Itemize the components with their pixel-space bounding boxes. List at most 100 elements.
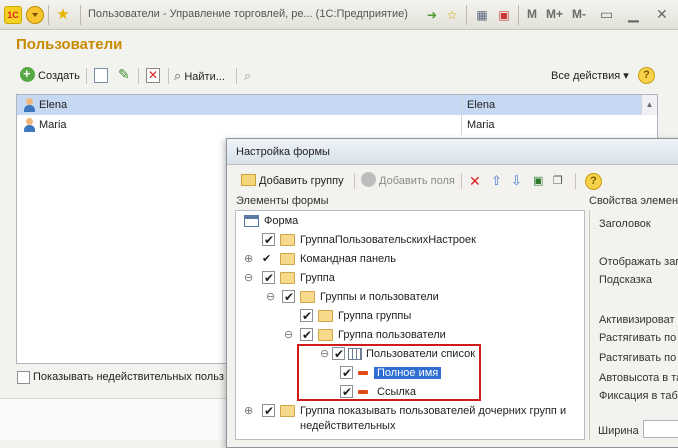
window-titlebar: 1С ★ Пользователи - Управление торговлей… [0,0,678,30]
visibility-checkbox[interactable] [262,402,275,420]
folder-icon [318,329,333,341]
toolbar-separator [354,173,355,189]
tree-node-form[interactable]: Форма [244,212,298,230]
memory-m-button[interactable]: M [527,7,537,21]
visibility-checkbox[interactable] [262,269,275,287]
tree-node-label: Форма [264,215,299,227]
visibility-checkbox[interactable] [300,307,313,325]
main-menu-icon[interactable] [26,6,44,24]
show-invalid-checkbox[interactable] [17,371,30,384]
tree-node[interactable]: ⊕ ✔ Командная панель [244,250,396,268]
folder-icon [280,234,295,246]
table-row[interactable]: Elena Elena ▲ [17,95,657,115]
prop-autoheight: Автовысота в та [599,372,678,384]
toolbar-separator [138,68,139,84]
tree-node-label: Группа показывать пользователей дочерних… [300,405,567,417]
close-icon[interactable]: ✕ [656,6,668,23]
tree-node-label: Группа пользователи [338,329,446,341]
tree-node[interactable]: ⊖ Группа пользователи [284,326,446,344]
toolbar-separator [518,5,519,25]
edit-pencil-icon[interactable]: ✎ [118,66,130,83]
find-button[interactable]: ⌕ Найти... [174,66,225,86]
folder-icon [280,272,295,284]
move-down-icon[interactable]: ⇩ [511,171,522,191]
minimize-icon[interactable]: ▁ [628,6,639,23]
form-elements-tree[interactable]: Форма ГруппаПользовательскихНастроек ⊕ ✔… [235,210,585,440]
dialog-command-bar: Добавить группу Добавить поля ✕ ⇧ ⇩ ▣ ❐ … [235,171,678,193]
width-input[interactable] [643,420,678,438]
prop-title: Заголовок [599,218,651,230]
cancel-search-icon[interactable]: ⌕ [244,66,251,86]
tree-node[interactable]: ГруппаПользовательскихНастроек [262,231,476,249]
collapse-icon[interactable]: ⊖ [266,292,275,303]
full-name-cell: Elena [467,99,496,111]
collapse-icon[interactable]: ⊖ [244,273,253,284]
memory-subtract-button[interactable]: M- [572,7,586,21]
add-fields-button[interactable]: Добавить поля [361,171,455,191]
bookmark-star-icon[interactable]: ☆ [444,7,460,23]
window-title: Пользователи - Управление торговлей, ре.… [88,8,408,20]
prop-fixation: Фиксация в таб [599,390,678,402]
toolbar-separator [48,5,49,25]
help-button[interactable]: ? [638,67,655,84]
toolbar-separator [575,173,576,189]
1c-logo-icon[interactable]: 1С [4,6,22,24]
folder-icon [280,405,295,417]
forward-arrow-icon[interactable]: ➜ [424,7,440,23]
tree-node-label: Группа группы [338,310,412,322]
tree-node-label: Группы и пользователи [320,291,439,303]
check-all-icon[interactable]: ▣ [533,171,543,191]
check-mark-icon: ✔ [262,253,272,265]
tree-node[interactable]: ⊕ Группа показывать пользователей дочерн… [244,402,566,420]
prop-stretch-v: Растягивать по [599,352,677,364]
form-title: Пользователи [16,36,123,53]
highlight-box [297,344,481,401]
create-button[interactable]: Создать [20,64,80,86]
visibility-checkbox[interactable] [262,231,275,249]
folder-icon [318,310,333,322]
main-command-bar: Создать ✎ ✕ ⌕ Найти... ⌕ Все действия ▾ … [16,64,664,86]
help-button[interactable]: ? [585,173,602,190]
toolbar-separator [236,68,237,84]
expand-icon[interactable]: ⊕ [244,254,253,265]
add-icon [20,64,35,84]
show-invalid-label: Показывать недействительных польз [33,371,224,383]
toolbar-separator [80,5,81,25]
folder-icon [300,291,315,303]
prop-width: Ширина [598,425,639,437]
scroll-up-icon[interactable]: ▲ [641,95,657,115]
tree-node[interactable]: Группа группы [300,307,411,325]
calendar-icon[interactable]: ▣ [496,7,512,23]
uncheck-all-icon[interactable]: ❐ [553,171,563,191]
visibility-checkbox[interactable] [282,288,295,306]
create-label: Создать [38,70,80,82]
memory-add-button[interactable]: M+ [546,7,563,21]
user-icon [23,118,35,132]
move-up-icon[interactable]: ⇧ [491,171,502,191]
table-row[interactable]: Maria Maria [17,115,657,135]
copy-icon[interactable] [94,68,108,83]
calculator-icon[interactable]: ▦ [474,7,490,23]
all-actions-button[interactable]: Все действия ▾ [551,66,629,86]
tree-node-label: Командная панель [300,253,396,265]
add-group-label: Добавить группу [259,175,344,187]
expand-icon[interactable]: ⊕ [244,406,253,417]
restore-icon[interactable]: ▭ [600,6,613,23]
delete-icon[interactable]: ✕ [469,171,481,191]
tree-node-label: Группа [300,272,335,284]
visibility-checkbox[interactable] [300,326,313,344]
tree-node[interactable]: ⊖ Группы и пользователи [266,288,439,306]
toolbar-separator [86,68,87,84]
toolbar-separator [461,173,462,189]
form-settings-dialog: Настройка формы Добавить группу Добавить… [226,138,678,448]
tree-node[interactable]: ⊖ Группа [244,269,335,287]
favorites-star-icon[interactable]: ★ [54,6,72,24]
toolbar-separator [466,5,467,25]
add-group-button[interactable]: Добавить группу [241,171,344,191]
collapse-icon[interactable]: ⊖ [284,330,293,341]
find-label: Найти... [184,71,225,83]
add-fields-label: Добавить поля [379,175,455,187]
search-icon: ⌕ [174,68,182,83]
delete-icon[interactable]: ✕ [146,68,160,83]
folder-add-icon [241,174,256,186]
